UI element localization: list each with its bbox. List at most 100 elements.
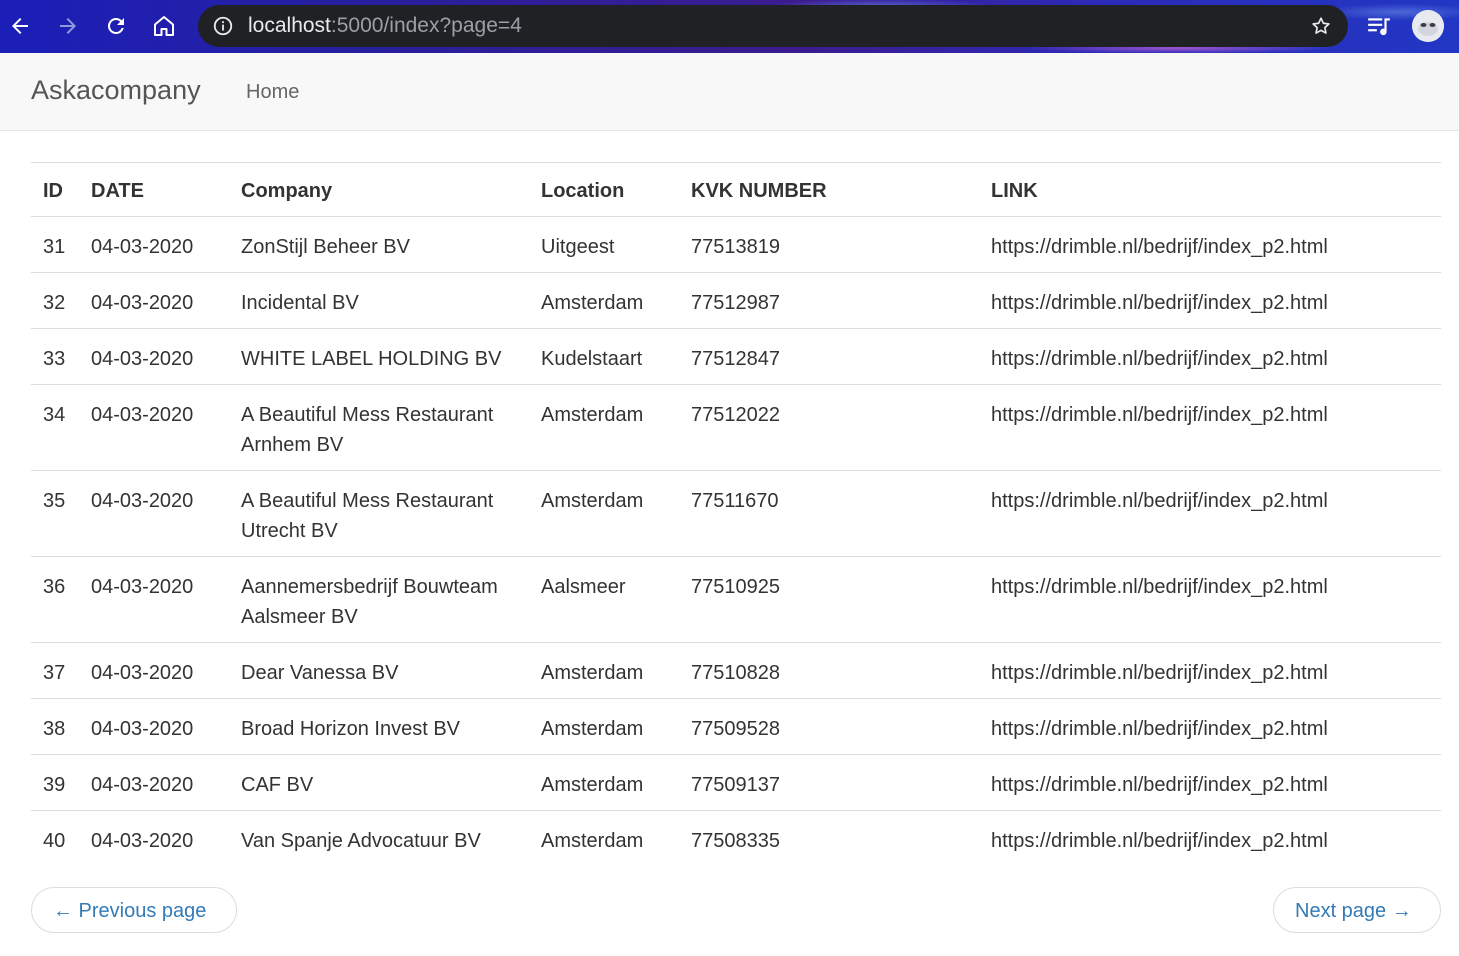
- company-link[interactable]: https://drimble.nl/bedrijf/index_p2.html: [991, 662, 1328, 684]
- cell-id: 36: [31, 556, 79, 643]
- reload-icon: [107, 17, 124, 34]
- cell-company: Dear Vanessa BV: [229, 642, 529, 699]
- profile-avatar[interactable]: [1412, 10, 1444, 42]
- cell-id: 40: [31, 810, 79, 866]
- cell-id: 39: [31, 754, 79, 811]
- company-link[interactable]: https://drimble.nl/bedrijf/index_p2.html: [991, 348, 1328, 370]
- header-location: Location: [529, 162, 679, 217]
- header-company: Company: [229, 162, 529, 217]
- table-row: 32 04-03-2020 Incidental BV Amsterdam 77…: [31, 272, 1441, 329]
- header-date: DATE: [79, 162, 229, 217]
- company-link[interactable]: https://drimble.nl/bedrijf/index_p2.html: [991, 490, 1328, 512]
- cell-kvk: 77509528: [679, 698, 979, 755]
- table-header-row: ID DATE Company Location KVK NUMBER LINK: [31, 162, 1441, 217]
- cell-kvk: 77509137: [679, 754, 979, 811]
- brand-link[interactable]: Askacompany: [31, 75, 201, 106]
- company-link[interactable]: https://drimble.nl/bedrijf/index_p2.html: [991, 830, 1328, 852]
- cell-company: Broad Horizon Invest BV: [229, 698, 529, 755]
- cell-kvk: 77512022: [679, 384, 979, 471]
- cell-id: 34: [31, 384, 79, 471]
- cell-link: https://drimble.nl/bedrijf/index_p2.html: [979, 217, 1441, 273]
- cell-kvk: 77513819: [691, 236, 780, 258]
- cell-link: https://drimble.nl/bedrijf/index_p2.html: [979, 556, 1441, 643]
- cell-link: https://drimble.nl/bedrijf/index_p2.html: [979, 272, 1441, 329]
- cell-link: https://drimble.nl/bedrijf/index_p2.html: [979, 754, 1441, 811]
- previous-page-button[interactable]: ← Previous page: [31, 887, 237, 933]
- cell-kvk: 77508335: [679, 810, 979, 866]
- cell-location: Amsterdam: [529, 384, 679, 471]
- arrow-left-icon: [12, 18, 28, 34]
- cell-date: 04-03-2020: [79, 754, 229, 811]
- next-page-button[interactable]: Next page →: [1273, 887, 1441, 933]
- browser-toolbar: localhost:5000/index?page=4: [0, 0, 1459, 53]
- cell-location: Amsterdam: [529, 698, 679, 755]
- cell-id: 37: [31, 642, 79, 699]
- cell-kvk: 77511670: [679, 470, 979, 557]
- cell-link: https://drimble.nl/bedrijf/index_p2.html: [979, 698, 1441, 755]
- avatar-icon: [1412, 10, 1444, 42]
- cell-date: 04-03-2020: [79, 272, 229, 329]
- cell-kvk: 77512847: [679, 328, 979, 385]
- reload-button[interactable]: [100, 10, 132, 42]
- cell-link: https://drimble.nl/bedrijf/index_p2.html: [979, 810, 1441, 866]
- cell-company: WHITE LABEL HOLDING BV: [229, 328, 529, 385]
- table-row: 40 04-03-2020 Van Spanje Advocatuur BV A…: [31, 810, 1441, 866]
- cell-id: 31: [43, 236, 66, 258]
- cell-kvk: 77510828: [679, 642, 979, 699]
- cell-company: Van Spanje Advocatuur BV: [229, 810, 529, 866]
- media-control-icon[interactable]: [1366, 14, 1392, 40]
- cell-location: Kudelstaart: [529, 328, 679, 385]
- info-icon[interactable]: [212, 15, 234, 37]
- url-text[interactable]: localhost:5000/index?page=4: [248, 15, 522, 37]
- cell-location: Aalsmeer: [529, 556, 679, 643]
- table-row: 39 04-03-2020 CAF BV Amsterdam 77509137 …: [31, 754, 1441, 811]
- star-icon[interactable]: [1310, 15, 1332, 37]
- table-row: 33 04-03-2020 WHITE LABEL HOLDING BV Kud…: [31, 328, 1441, 385]
- cell-link: https://drimble.nl/bedrijf/index_p2.html: [979, 470, 1441, 557]
- home-button[interactable]: [148, 10, 180, 42]
- cell-id: 35: [31, 470, 79, 557]
- arrow-right-icon: [60, 18, 76, 34]
- header-link: LINK: [979, 162, 1441, 217]
- company-link[interactable]: https://drimble.nl/bedrijf/index_p2.html: [991, 292, 1328, 314]
- cell-location: Amsterdam: [529, 272, 679, 329]
- cell-company: A Beautiful Mess Restaurant Utrecht BV: [229, 470, 529, 557]
- company-link[interactable]: https://drimble.nl/bedrijf/index_p2.html: [991, 576, 1328, 598]
- companies-table: ID DATE Company Location KVK NUMBER LINK…: [31, 162, 1441, 866]
- cell-link: https://drimble.nl/bedrijf/index_p2.html: [979, 384, 1441, 471]
- url-host: localhost: [248, 14, 331, 37]
- cell-date: 04-03-2020: [79, 384, 229, 471]
- forward-button[interactable]: [52, 10, 84, 42]
- cell-date: 04-03-2020: [91, 236, 194, 258]
- cell-id: 33: [31, 328, 79, 385]
- cell-link: https://drimble.nl/bedrijf/index_p2.html: [979, 642, 1441, 699]
- company-link[interactable]: https://drimble.nl/bedrijf/index_p2.html: [991, 718, 1328, 740]
- table-row: 38 04-03-2020 Broad Horizon Invest BV Am…: [31, 698, 1441, 755]
- cell-company: Incidental BV: [229, 272, 529, 329]
- company-link[interactable]: https://drimble.nl/bedrijf/index_p2.html: [991, 774, 1328, 796]
- cell-date: 04-03-2020: [79, 698, 229, 755]
- cell-date: 04-03-2020: [79, 810, 229, 866]
- cell-date: 04-03-2020: [79, 470, 229, 557]
- table-row: 31 04-03-2020 ZonStijl Beheer BV Uitgees…: [31, 217, 1441, 273]
- cell-location: Amsterdam: [529, 642, 679, 699]
- back-button[interactable]: [4, 10, 36, 42]
- cell-kvk: 77510925: [679, 556, 979, 643]
- company-link[interactable]: https://drimble.nl/bedrijf/index_p2.html: [991, 236, 1328, 258]
- cell-date: 04-03-2020: [79, 556, 229, 643]
- url-path: :5000/index?page=4: [330, 14, 522, 37]
- home-icon: [154, 16, 174, 36]
- nav-home-link[interactable]: Home: [246, 81, 299, 104]
- cell-company: Aannemersbedrijf Bouwteam Aalsmeer BV: [229, 556, 529, 643]
- company-link[interactable]: https://drimble.nl/bedrijf/index_p2.html: [991, 404, 1328, 426]
- cell-company: CAF BV: [229, 754, 529, 811]
- cell-company: A Beautiful Mess Restaurant Arnhem BV: [229, 384, 529, 471]
- table-row: 35 04-03-2020 A Beautiful Mess Restauran…: [31, 470, 1441, 557]
- cell-id: 38: [31, 698, 79, 755]
- table-row: 37 04-03-2020 Dear Vanessa BV Amsterdam …: [31, 642, 1441, 699]
- cell-date: 04-03-2020: [79, 642, 229, 699]
- cell-date: 04-03-2020: [79, 328, 229, 385]
- cell-location: Amsterdam: [529, 470, 679, 557]
- address-bar[interactable]: localhost:5000/index?page=4: [198, 5, 1348, 47]
- table-row: 36 04-03-2020 Aannemersbedrijf Bouwteam …: [31, 556, 1441, 643]
